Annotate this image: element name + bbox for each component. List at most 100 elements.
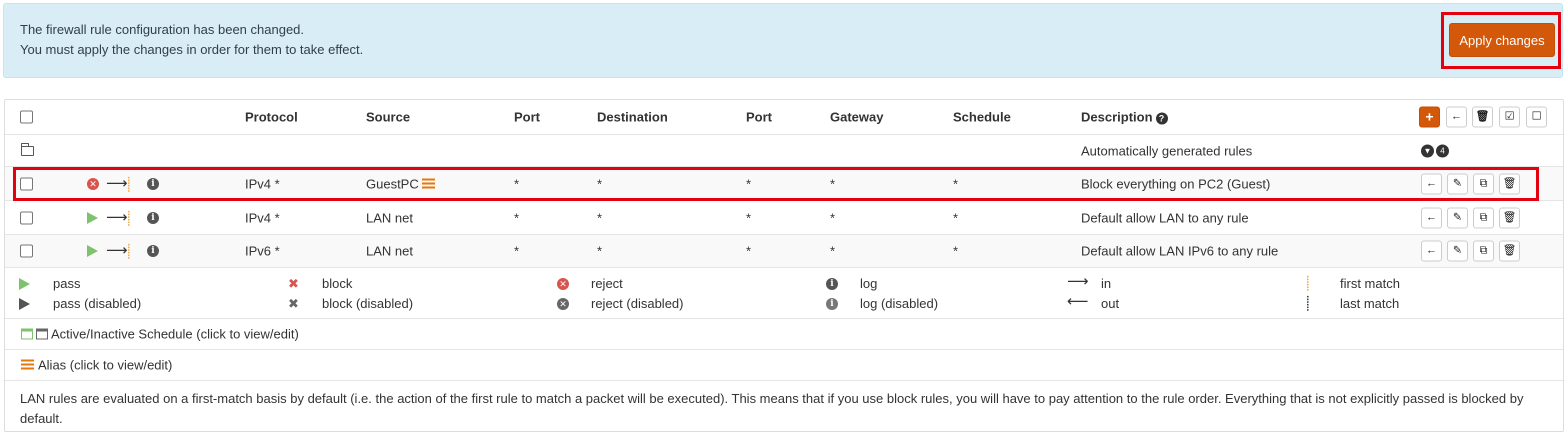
copy-icon[interactable]: ⧉ [1473, 207, 1494, 228]
rules-info-row: LAN rules are evaluated on a first-match… [5, 381, 1563, 432]
reject-icon[interactable]: ✕ [87, 177, 99, 190]
legend-block-label: block [322, 276, 353, 291]
auto-rules-row[interactable]: Automatically generated rules ▼ 4 [5, 135, 1563, 167]
table-row[interactable]: ✕ ⟶ ⸽ i IPv4 * GuestPC * * * * * Block e… [5, 167, 1563, 201]
legend: pass pass (disabled) ✖ block ✖ block (di… [5, 268, 1563, 319]
delete-icon[interactable]: 🗑 [1499, 240, 1520, 262]
legend-pass-disabled-label: pass (disabled) [53, 296, 142, 311]
copy-icon[interactable]: ⧉ [1473, 173, 1494, 194]
first-match-icon: ⸽ [127, 175, 131, 192]
edit-icon[interactable]: ✎ [1447, 207, 1468, 228]
log-icon[interactable]: i [147, 211, 159, 224]
header-port: Port [514, 109, 540, 125]
move-icon[interactable]: ← [1421, 173, 1442, 194]
first-match-icon: ⸽ [1306, 275, 1310, 291]
table-header: Protocol Source Port Destination Port Ga… [5, 100, 1563, 135]
reject-icon: ✕ [557, 278, 569, 290]
arrow-in-icon: ⟶ [106, 242, 128, 259]
rule-gateway: * [830, 176, 836, 191]
apply-changes-button[interactable]: Apply changes [1449, 23, 1555, 57]
rule-destination: * [597, 210, 603, 225]
rule-schedule: * [953, 210, 959, 225]
rule-protocol: IPv4 * [245, 176, 280, 191]
arrow-in-icon: ⟶ [106, 208, 128, 226]
rule-source: LAN net [366, 243, 413, 259]
move-icon[interactable]: ← [1421, 240, 1442, 262]
alias-note-label: Alias (click to view/edit) [38, 357, 173, 373]
question-icon[interactable]: ? [1155, 112, 1168, 125]
rule-dest-port: * [746, 243, 752, 259]
rule-checkbox[interactable] [20, 211, 33, 224]
rule-checkbox[interactable] [20, 177, 33, 190]
rule-protocol: IPv6 * [245, 243, 280, 259]
disable-selected-button[interactable]: ☐ [1526, 106, 1547, 128]
schedule-note-label: Active/Inactive Schedule (click to view/… [51, 326, 299, 342]
reject-disabled-icon: ✕ [557, 298, 569, 310]
rule-destination: * [597, 243, 603, 259]
schedule-note-row: Active/Inactive Schedule (click to view/… [5, 319, 1563, 350]
rule-port: * [514, 243, 520, 259]
legend-in-label: in [1101, 276, 1112, 291]
delete-selected-button[interactable]: 🗑 [1472, 106, 1493, 128]
select-all-checkbox[interactable] [20, 110, 33, 124]
move-icon[interactable]: ← [1421, 207, 1442, 228]
rule-source: GuestPC [366, 176, 435, 191]
first-match-icon: ⸽ [127, 243, 131, 259]
chevron-down-icon[interactable]: ▼ [1421, 144, 1434, 157]
changes-alert: The firewall rule configuration has been… [3, 3, 1563, 78]
log-disabled-icon: i [826, 298, 838, 310]
arrow-in-icon: ⟶ [106, 174, 128, 192]
edit-icon[interactable]: ✎ [1447, 173, 1468, 194]
legend-out-label: out [1101, 296, 1120, 311]
arrow-out-icon: ⟵ [1067, 293, 1089, 310]
rule-schedule: * [953, 176, 959, 191]
pass-icon[interactable] [87, 211, 98, 224]
header-gateway: Gateway [830, 109, 884, 125]
alert-message-line2: You must apply the changes in order for … [20, 42, 364, 57]
rule-source-label: GuestPC [366, 176, 419, 191]
header-dest-port: Port [746, 109, 772, 125]
rule-source: LAN net [366, 210, 413, 225]
rule-dest-port: * [746, 210, 752, 225]
header-description-label: Description [1081, 109, 1153, 125]
rule-destination: * [597, 176, 603, 191]
folder-icon [20, 142, 34, 156]
calendar-inactive-icon [36, 328, 48, 340]
first-match-icon: ⸽ [127, 209, 131, 226]
rule-description: Default allow LAN IPv6 to any rule [1081, 243, 1279, 259]
log-icon: i [826, 278, 838, 290]
block-icon: ✖ [288, 276, 299, 291]
pass-icon[interactable] [87, 245, 98, 257]
auto-rules-description: Automatically generated rules [1081, 143, 1253, 158]
rule-schedule: * [953, 243, 959, 259]
alert-message-line1: The firewall rule configuration has been… [20, 22, 305, 37]
rule-description: Block everything on PC2 (Guest) [1081, 176, 1271, 191]
rule-port: * [514, 210, 520, 225]
delete-icon[interactable]: 🗑 [1499, 207, 1520, 228]
add-rule-button[interactable]: + [1419, 106, 1440, 128]
rule-description: Default allow LAN to any rule [1081, 210, 1249, 225]
alias-note: Alias (click to view/edit) [21, 358, 172, 373]
rules-info-text: LAN rules are evaluated on a first-match… [20, 391, 1524, 426]
rule-gateway: * [830, 243, 836, 259]
pass-disabled-icon [19, 298, 30, 310]
counter-icon: 4 [1436, 144, 1449, 157]
rule-port: * [514, 176, 520, 191]
header-source: Source [366, 109, 411, 125]
delete-icon[interactable]: 🗑 [1499, 173, 1520, 194]
legend-pass-label: pass [53, 276, 81, 291]
log-icon[interactable]: i [147, 177, 159, 190]
table-row[interactable]: ⟶ ⸽ i IPv6 * LAN net * * * * * Default a… [5, 235, 1563, 268]
alias-note-row: Alias (click to view/edit) [5, 350, 1563, 381]
legend-log-disabled-label: log (disabled) [860, 296, 939, 311]
rule-checkbox[interactable] [20, 244, 33, 258]
copy-icon[interactable]: ⧉ [1473, 240, 1494, 262]
edit-icon[interactable]: ✎ [1447, 240, 1468, 262]
move-rules-button[interactable]: ← [1446, 106, 1467, 128]
log-icon[interactable]: i [147, 245, 159, 257]
alias-icon[interactable] [421, 178, 435, 189]
apply-highlight-box: Apply changes [1441, 12, 1561, 69]
toggle-selected-button[interactable]: ☑ [1499, 106, 1520, 128]
table-row[interactable]: ⟶ ⸽ i IPv4 * LAN net * * * * * Default a… [5, 201, 1563, 235]
rule-protocol: IPv4 * [245, 210, 280, 225]
